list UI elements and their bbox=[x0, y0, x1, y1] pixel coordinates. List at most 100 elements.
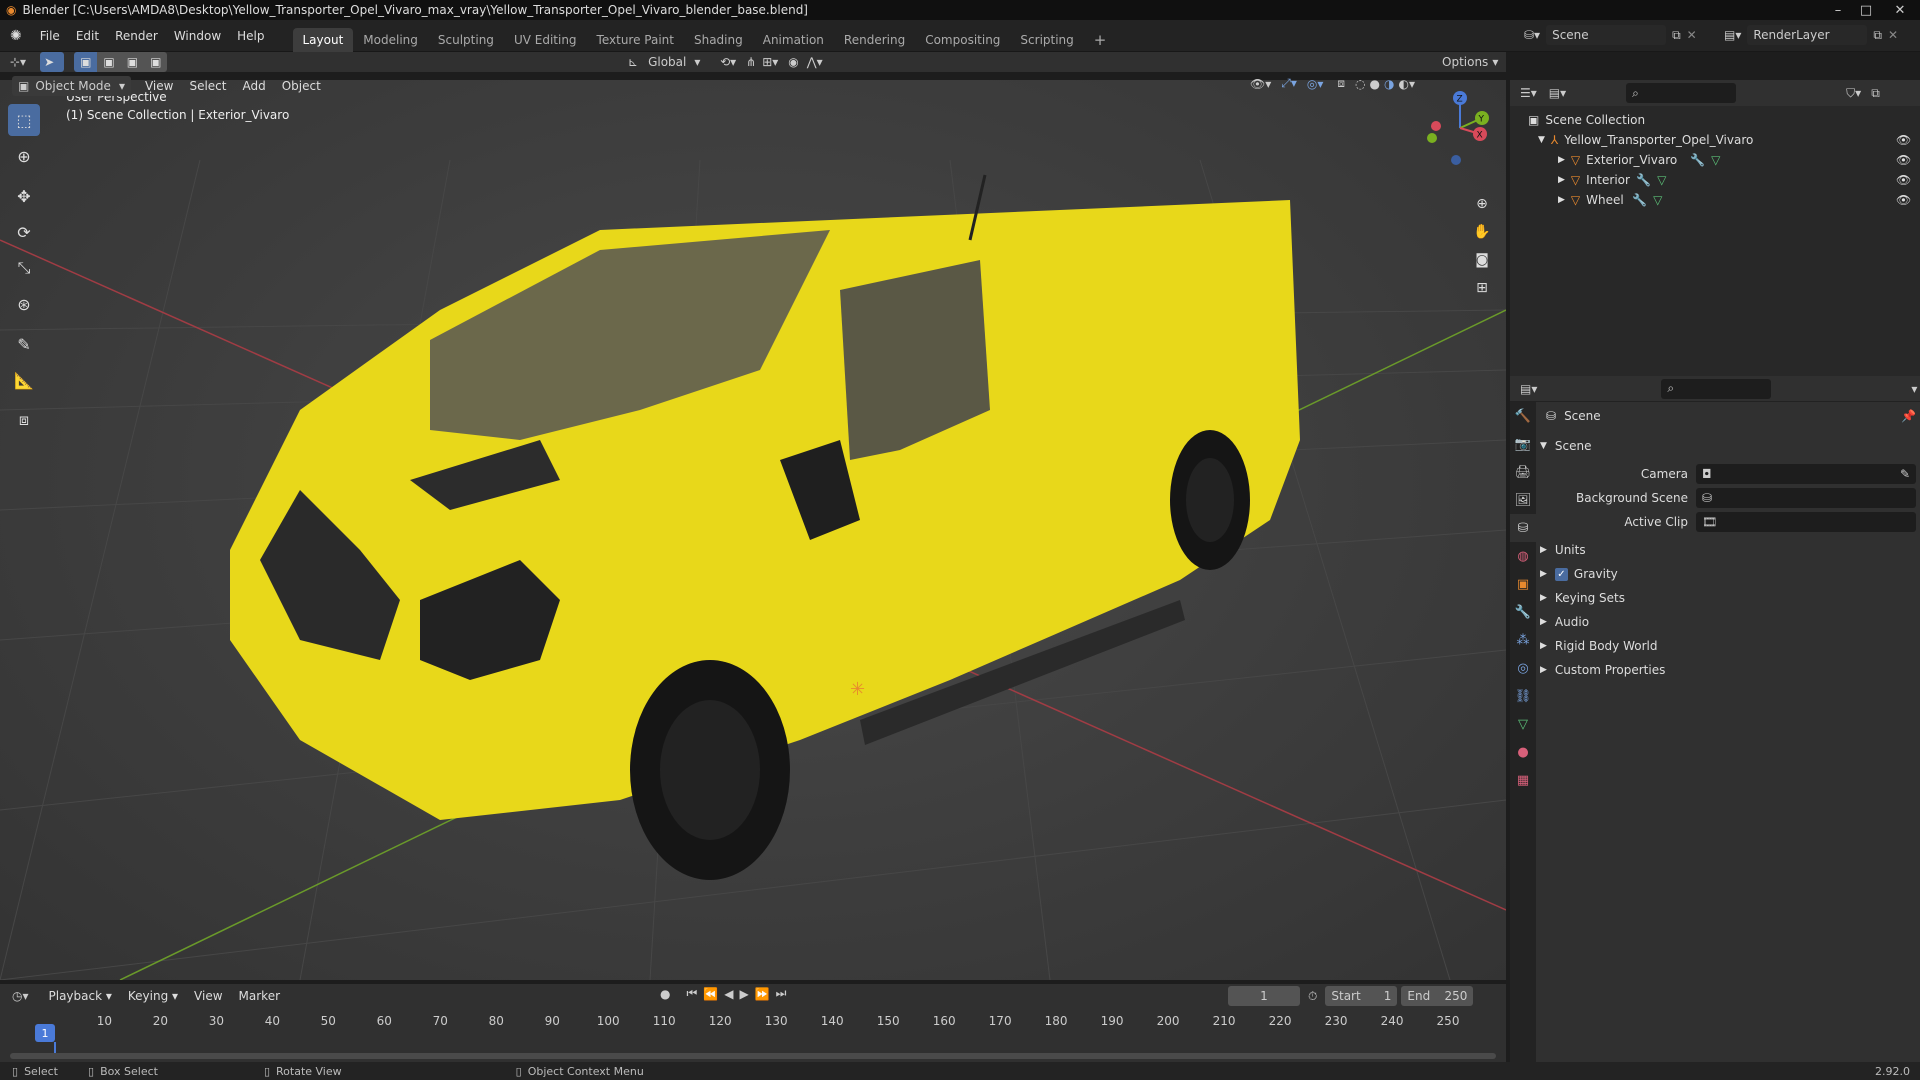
expand-arrow-icon[interactable]: ▶ bbox=[1558, 175, 1565, 185]
timeline-scrollbar[interactable] bbox=[10, 1053, 1496, 1059]
menu-help[interactable]: Help bbox=[229, 20, 272, 52]
expand-arrow-icon[interactable]: ▶ bbox=[1558, 195, 1565, 205]
scene-icon[interactable]: ⛁▾ bbox=[1524, 28, 1540, 42]
outliner-editor-icon[interactable]: ☰▾ bbox=[1520, 86, 1537, 100]
tab-compositing[interactable]: Compositing bbox=[915, 28, 1010, 52]
pin-icon[interactable]: 📌 bbox=[1901, 409, 1916, 423]
outliner-item-exterior[interactable]: ▶ ▽ Exterior_Vivaro 🔧 ▽ 👁 bbox=[1528, 150, 1920, 170]
annotate-tool-icon[interactable]: ✎ bbox=[8, 328, 40, 360]
expand-arrow-icon[interactable]: ▼ bbox=[1538, 135, 1545, 145]
outliner-scene-collection[interactable]: ▣ Scene Collection bbox=[1528, 110, 1920, 130]
select-invert-icon[interactable]: ▣ bbox=[144, 52, 168, 72]
keying-sets-panel[interactable]: ▶ Keying Sets bbox=[1540, 586, 1916, 610]
tab-modeling[interactable]: Modeling bbox=[353, 28, 428, 52]
select-box-tool-icon[interactable]: ⬚ bbox=[8, 104, 40, 136]
outliner-item-root-object[interactable]: ▼ ⅄ Yellow_Transporter_Opel_Vivaro 👁 bbox=[1528, 130, 1920, 150]
outliner-search-input[interactable]: ⌕ bbox=[1626, 83, 1737, 103]
new-viewlayer-icon[interactable]: ⧉ bbox=[1873, 28, 1882, 43]
tab-animation[interactable]: Animation bbox=[753, 28, 834, 52]
outliner-item-wheel[interactable]: ▶ ▽ Wheel 🔧 ▽ 👁 bbox=[1528, 190, 1920, 210]
tab-layout[interactable]: Layout bbox=[292, 27, 354, 52]
falloff-icon[interactable]: ⋀▾ bbox=[807, 55, 823, 69]
menu-select[interactable]: Select bbox=[181, 72, 234, 100]
delete-viewlayer-icon[interactable]: ✕ bbox=[1888, 28, 1898, 42]
rendered-shading-icon[interactable]: ◐▾ bbox=[1398, 77, 1415, 91]
visibility-icon[interactable]: 👁▾ bbox=[1250, 77, 1271, 91]
audio-panel[interactable]: ▶ Audio bbox=[1540, 610, 1916, 634]
wireframe-shading-icon[interactable]: ◌ bbox=[1355, 77, 1365, 91]
tab-sculpting[interactable]: Sculpting bbox=[428, 28, 504, 52]
ortho-toggle-icon[interactable]: ⊞ bbox=[1468, 274, 1496, 302]
transform-tool-icon[interactable]: ⊛ bbox=[8, 288, 40, 320]
transform-orientation-dropdown[interactable]: Global ▾ bbox=[642, 52, 713, 72]
output-tab-icon[interactable]: 🖨 bbox=[1510, 458, 1536, 486]
rotate-tool-icon[interactable]: ⟳ bbox=[8, 216, 40, 248]
playhead[interactable]: 1 bbox=[35, 1024, 55, 1042]
visibility-eye-icon[interactable]: 👁 bbox=[1896, 153, 1911, 167]
snap-target-icon[interactable]: ⊞▾ bbox=[762, 55, 778, 69]
gravity-panel[interactable]: ▶ ✓ Gravity bbox=[1540, 562, 1916, 586]
viewlayer-tab-icon[interactable]: 🖼 bbox=[1510, 486, 1536, 514]
menu-window[interactable]: Window bbox=[166, 20, 229, 52]
tool-tab-icon[interactable]: 🔨 bbox=[1510, 402, 1536, 430]
outliner-item-interior[interactable]: ▶ ▽ Interior 🔧 ▽ 👁 bbox=[1528, 170, 1920, 190]
move-tool-icon[interactable]: ✥ bbox=[8, 180, 40, 212]
background-scene-field[interactable]: ⛁ bbox=[1696, 488, 1916, 508]
menu-edit[interactable]: Edit bbox=[68, 20, 107, 52]
menu-render[interactable]: Render bbox=[107, 20, 166, 52]
object-tab-icon[interactable]: ▣ bbox=[1510, 570, 1536, 598]
scene-panel-header[interactable]: ▼ Scene bbox=[1540, 434, 1916, 458]
menu-view[interactable]: View bbox=[137, 72, 181, 100]
viewlayer-icon[interactable]: ▤▾ bbox=[1724, 28, 1741, 42]
menu-object[interactable]: Object bbox=[274, 72, 329, 100]
select-new-icon[interactable]: ▣ bbox=[74, 52, 98, 72]
eyedropper-icon[interactable]: ✎ bbox=[1900, 467, 1910, 481]
maximize-button[interactable]: □ bbox=[1852, 1, 1880, 19]
frame-ruler[interactable]: 1102030405060708090100110120130140150160… bbox=[0, 984, 1506, 1062]
modifier-tab-icon[interactable]: 🔧 bbox=[1510, 598, 1536, 626]
scene-name-field[interactable]: Scene bbox=[1546, 25, 1667, 45]
measure-tool-icon[interactable]: 📐 bbox=[8, 364, 40, 396]
texture-tab-icon[interactable]: ▦ bbox=[1510, 766, 1536, 794]
blender-menu-icon[interactable]: ✺ bbox=[0, 28, 32, 44]
minimize-button[interactable]: – bbox=[1824, 1, 1852, 19]
properties-search-input[interactable]: ⌕ bbox=[1661, 378, 1772, 399]
mode-dropdown[interactable]: ▣ Object Mode ▾ bbox=[12, 76, 131, 96]
filter-icon[interactable]: ⛉▾ bbox=[1846, 86, 1861, 101]
camera-field[interactable]: ◘ ✎ bbox=[1696, 464, 1916, 484]
tab-uv-editing[interactable]: UV Editing bbox=[504, 28, 587, 52]
pivot-point-icon[interactable]: ⟲▾ bbox=[720, 55, 736, 69]
render-tab-icon[interactable]: 📷 bbox=[1510, 430, 1536, 458]
visibility-eye-icon[interactable]: 👁 bbox=[1896, 193, 1911, 207]
constraints-tab-icon[interactable]: ⛓ bbox=[1510, 682, 1536, 710]
scale-tool-icon[interactable]: ⤡ bbox=[8, 252, 40, 284]
menu-add[interactable]: Add bbox=[234, 72, 273, 100]
solid-shading-icon[interactable]: ● bbox=[1370, 77, 1380, 91]
editor-type-icon[interactable]: ⊹▾ bbox=[10, 55, 26, 69]
expand-arrow-icon[interactable]: ▶ bbox=[1558, 155, 1565, 165]
tab-shading[interactable]: Shading bbox=[684, 28, 753, 52]
tab-rendering[interactable]: Rendering bbox=[834, 28, 915, 52]
particles-tab-icon[interactable]: ⁂ bbox=[1510, 626, 1536, 654]
chevron-down-icon[interactable]: ▾ bbox=[1911, 382, 1917, 396]
scene-tab-icon[interactable]: ⛁ bbox=[1510, 514, 1536, 542]
custom-properties-panel[interactable]: ▶ Custom Properties bbox=[1540, 658, 1916, 682]
select-tool-icon[interactable]: ➤ bbox=[40, 52, 65, 72]
visibility-eye-icon[interactable]: 👁 bbox=[1896, 133, 1911, 147]
xray-icon[interactable]: ⧈ bbox=[1337, 76, 1345, 91]
properties-editor-icon[interactable]: ▤▾ bbox=[1520, 382, 1537, 396]
options-dropdown[interactable]: Options ▾ bbox=[1436, 52, 1505, 72]
add-workspace-button[interactable]: + bbox=[1084, 28, 1117, 52]
new-scene-icon[interactable]: ⧉ bbox=[1672, 28, 1681, 43]
active-clip-field[interactable]: 🎞 bbox=[1696, 512, 1916, 532]
cursor-tool-icon[interactable]: ⊕ bbox=[8, 140, 40, 172]
camera-view-icon[interactable]: ◙ bbox=[1468, 246, 1496, 274]
select-extend-icon[interactable]: ▣ bbox=[97, 52, 121, 72]
van-model[interactable] bbox=[230, 174, 1300, 880]
material-shading-icon[interactable]: ◑ bbox=[1384, 77, 1394, 91]
data-tab-icon[interactable]: ▽ bbox=[1510, 710, 1536, 738]
zoom-icon[interactable]: ⊕ bbox=[1468, 190, 1496, 218]
viewlayer-name-field[interactable]: RenderLayer bbox=[1747, 25, 1868, 45]
display-mode-icon[interactable]: ▤▾ bbox=[1549, 86, 1566, 100]
delete-scene-icon[interactable]: ✕ bbox=[1687, 28, 1697, 42]
